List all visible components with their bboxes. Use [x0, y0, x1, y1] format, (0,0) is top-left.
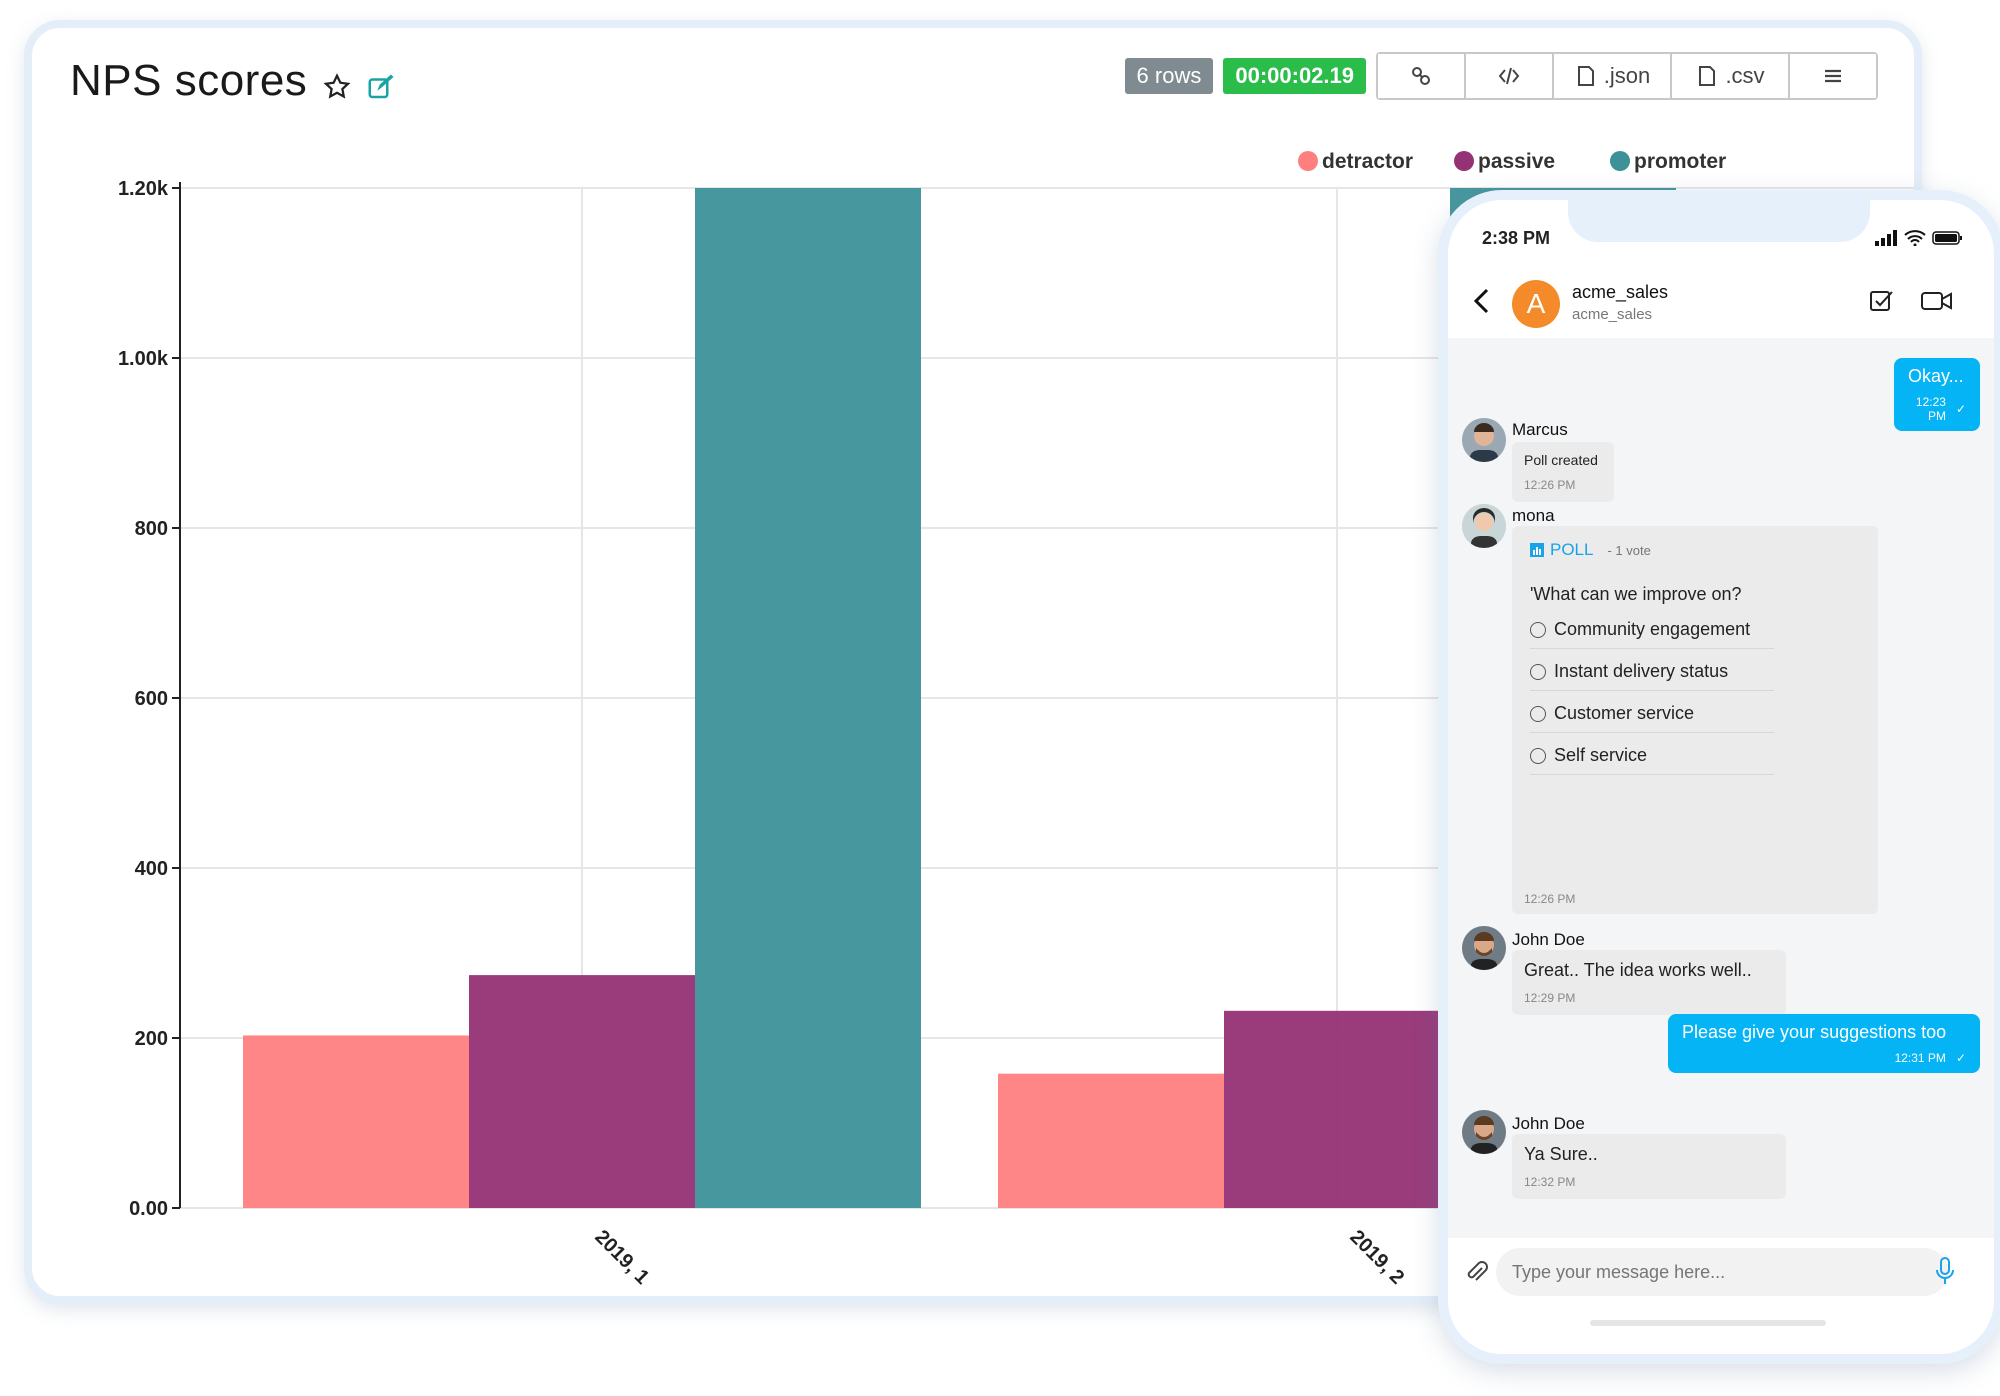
- y-tick-label: 600: [135, 688, 168, 710]
- avatar[interactable]: [1462, 504, 1506, 548]
- message-time: 12:26 PM: [1524, 892, 1576, 906]
- poll-option-label: Community engagement: [1554, 619, 1751, 639]
- message-text: Please give your suggestions too: [1682, 1022, 1947, 1042]
- sender-name: John Doe: [1512, 1114, 1585, 1133]
- wifi-icon: [1904, 230, 1926, 246]
- message-time: 12:31 PM: [1894, 1051, 1946, 1065]
- chat-messages: Okay... 12:23 PM ✓ Marcus Poll created 12…: [1448, 338, 1994, 1238]
- legend-swatch: [1454, 151, 1474, 171]
- legend-swatch: [1298, 151, 1318, 171]
- poll-option[interactable]: Self service: [1530, 745, 1774, 775]
- message-incoming[interactable]: Great.. The idea works well.. 12:29 PM: [1512, 950, 1786, 1015]
- poll-option[interactable]: Customer service: [1530, 703, 1774, 733]
- sender-name: mona: [1512, 506, 1555, 525]
- bar-detractor: [243, 1035, 469, 1208]
- poll-message[interactable]: POLL - 1 vote 'What can we improve on? C…: [1512, 526, 1878, 914]
- radio-icon: [1530, 663, 1546, 680]
- back-arrow-icon[interactable]: [1470, 286, 1494, 316]
- y-tick-label: 200: [135, 1028, 168, 1050]
- task-check-icon[interactable]: [1868, 288, 1896, 314]
- poll-option[interactable]: Community engagement: [1530, 619, 1774, 649]
- chat-phone: 2:38 PM A acme_sales acme_sales Okay... …: [1438, 190, 2000, 1364]
- bar-detractor: [998, 1073, 1224, 1208]
- x-tick-label: 2019, 1: [590, 1226, 653, 1289]
- legend-swatch: [1610, 151, 1630, 171]
- bar-passive: [1224, 1010, 1450, 1208]
- poll-vote-count: - 1 vote: [1607, 542, 1651, 558]
- radio-icon: [1530, 621, 1546, 638]
- poll-option-label: Instant delivery status: [1554, 661, 1729, 681]
- message-composer: [1448, 1238, 1994, 1334]
- y-tick-label: 800: [135, 518, 168, 540]
- x-tick-label: 2019, 2: [1345, 1226, 1408, 1289]
- message-text: Ya Sure..: [1524, 1144, 1598, 1164]
- video-call-icon[interactable]: [1920, 288, 1954, 314]
- message-time: 12:26 PM: [1524, 478, 1576, 492]
- avatar[interactable]: [1462, 926, 1506, 970]
- y-tick-label: 0.00: [129, 1198, 168, 1220]
- message-text: Okay...: [1908, 366, 1964, 386]
- poll-label: POLL: [1550, 540, 1594, 559]
- home-indicator: [1590, 1320, 1826, 1326]
- message-input[interactable]: [1496, 1248, 1948, 1296]
- sender-name: John Doe: [1512, 930, 1585, 949]
- radio-icon: [1530, 705, 1546, 722]
- sender-name: Marcus: [1512, 420, 1568, 439]
- radio-icon: [1530, 747, 1546, 764]
- y-tick-label: 400: [135, 858, 168, 880]
- message-outgoing[interactable]: Okay... 12:23 PM ✓: [1894, 358, 1980, 431]
- legend-label-promoter: promoter: [1634, 150, 1726, 173]
- message-incoming[interactable]: Poll created 12:26 PM: [1512, 442, 1614, 502]
- paperclip-icon[interactable]: [1464, 1258, 1488, 1286]
- avatar[interactable]: [1462, 1110, 1506, 1154]
- message-time: 12:32 PM: [1524, 1175, 1576, 1189]
- y-tick-label: 1.00k: [118, 348, 169, 370]
- microphone-icon[interactable]: [1934, 1256, 1956, 1286]
- message-time: 12:29 PM: [1524, 991, 1576, 1005]
- message-incoming[interactable]: Ya Sure.. 12:32 PM: [1512, 1134, 1786, 1199]
- message-text: Poll created: [1524, 452, 1598, 468]
- message-outgoing[interactable]: Please give your suggestions too 12:31 P…: [1668, 1014, 1980, 1073]
- message-time: 12:23 PM: [1915, 395, 1946, 423]
- poll-option-label: Customer service: [1554, 703, 1695, 723]
- contact-subtitle: acme_sales: [1572, 306, 1653, 323]
- check-icon: ✓: [1955, 402, 1966, 416]
- poll-question: 'What can we improve on?: [1530, 584, 1742, 604]
- poll-option[interactable]: Instant delivery status: [1530, 661, 1774, 691]
- signal-icon: [1875, 230, 1897, 246]
- avatar[interactable]: [1462, 418, 1506, 462]
- phone-notch: [1568, 200, 1870, 242]
- contact-name: acme_sales: [1572, 282, 1669, 302]
- legend-label-detractor: detractor: [1322, 150, 1413, 173]
- chat-header: A acme_sales acme_sales: [1448, 264, 1994, 339]
- y-tick-label: 1.20k: [118, 178, 169, 200]
- status-time: 2:38 PM: [1482, 228, 1551, 248]
- check-icon: ✓: [1955, 1051, 1966, 1065]
- contact-avatar[interactable]: A: [1512, 280, 1560, 328]
- legend-label-passive: passive: [1478, 150, 1555, 173]
- message-text: Great.. The idea works well..: [1524, 960, 1752, 980]
- battery-icon: [1932, 231, 1962, 245]
- bar-promoter: [695, 188, 921, 1208]
- poll-option-label: Self service: [1554, 745, 1648, 765]
- bar-passive: [469, 975, 695, 1208]
- poll-icon: [1530, 543, 1544, 557]
